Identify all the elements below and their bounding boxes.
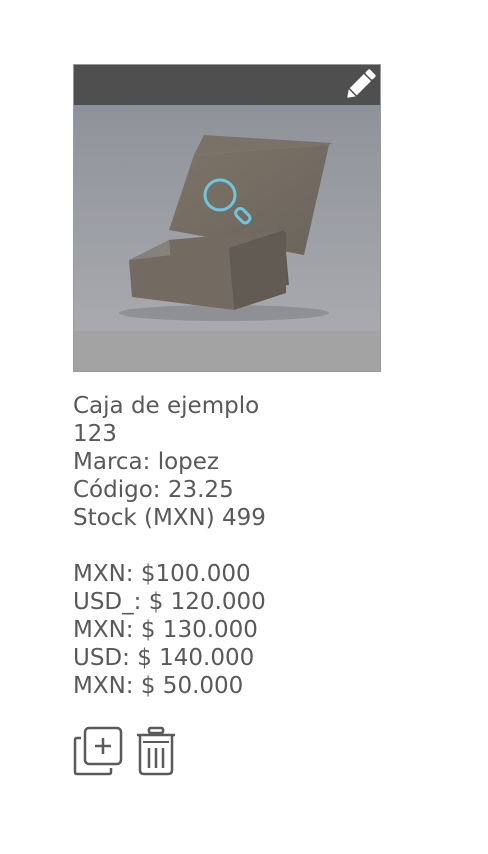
product-stock: Stock (MXN) 499 [73, 505, 266, 531]
image-top-bar [74, 65, 380, 105]
price-item: MXN: $ 130.000 [73, 617, 258, 643]
pencil-icon[interactable] [342, 67, 378, 103]
image-bottom-strip [74, 331, 380, 371]
product-image-frame [73, 64, 381, 372]
price-item: USD: $ 140.000 [73, 645, 255, 671]
delete-button[interactable] [135, 726, 183, 776]
trash-icon [137, 726, 175, 776]
product-id: 123 [73, 421, 117, 447]
magnifier-icon[interactable] [200, 175, 254, 229]
price-item: MXN: $ 50.000 [73, 673, 244, 699]
card-actions [73, 726, 381, 776]
duplicate-button[interactable] [73, 726, 123, 776]
price-list: MXN: $100.000 USD_: $ 120.000 MXN: $ 130… [73, 560, 381, 700]
price-item: USD_: $ 120.000 [73, 589, 266, 615]
product-name: Caja de ejemplo [73, 393, 260, 419]
product-code: Código: 23.25 [73, 477, 234, 503]
duplicate-icon [73, 726, 123, 776]
product-info: Caja de ejemplo 123 Marca: lopez Código:… [73, 392, 381, 532]
price-item: MXN: $100.000 [73, 561, 251, 587]
product-card: Caja de ejemplo 123 Marca: lopez Código:… [73, 64, 381, 776]
product-brand: Marca: lopez [73, 449, 219, 475]
